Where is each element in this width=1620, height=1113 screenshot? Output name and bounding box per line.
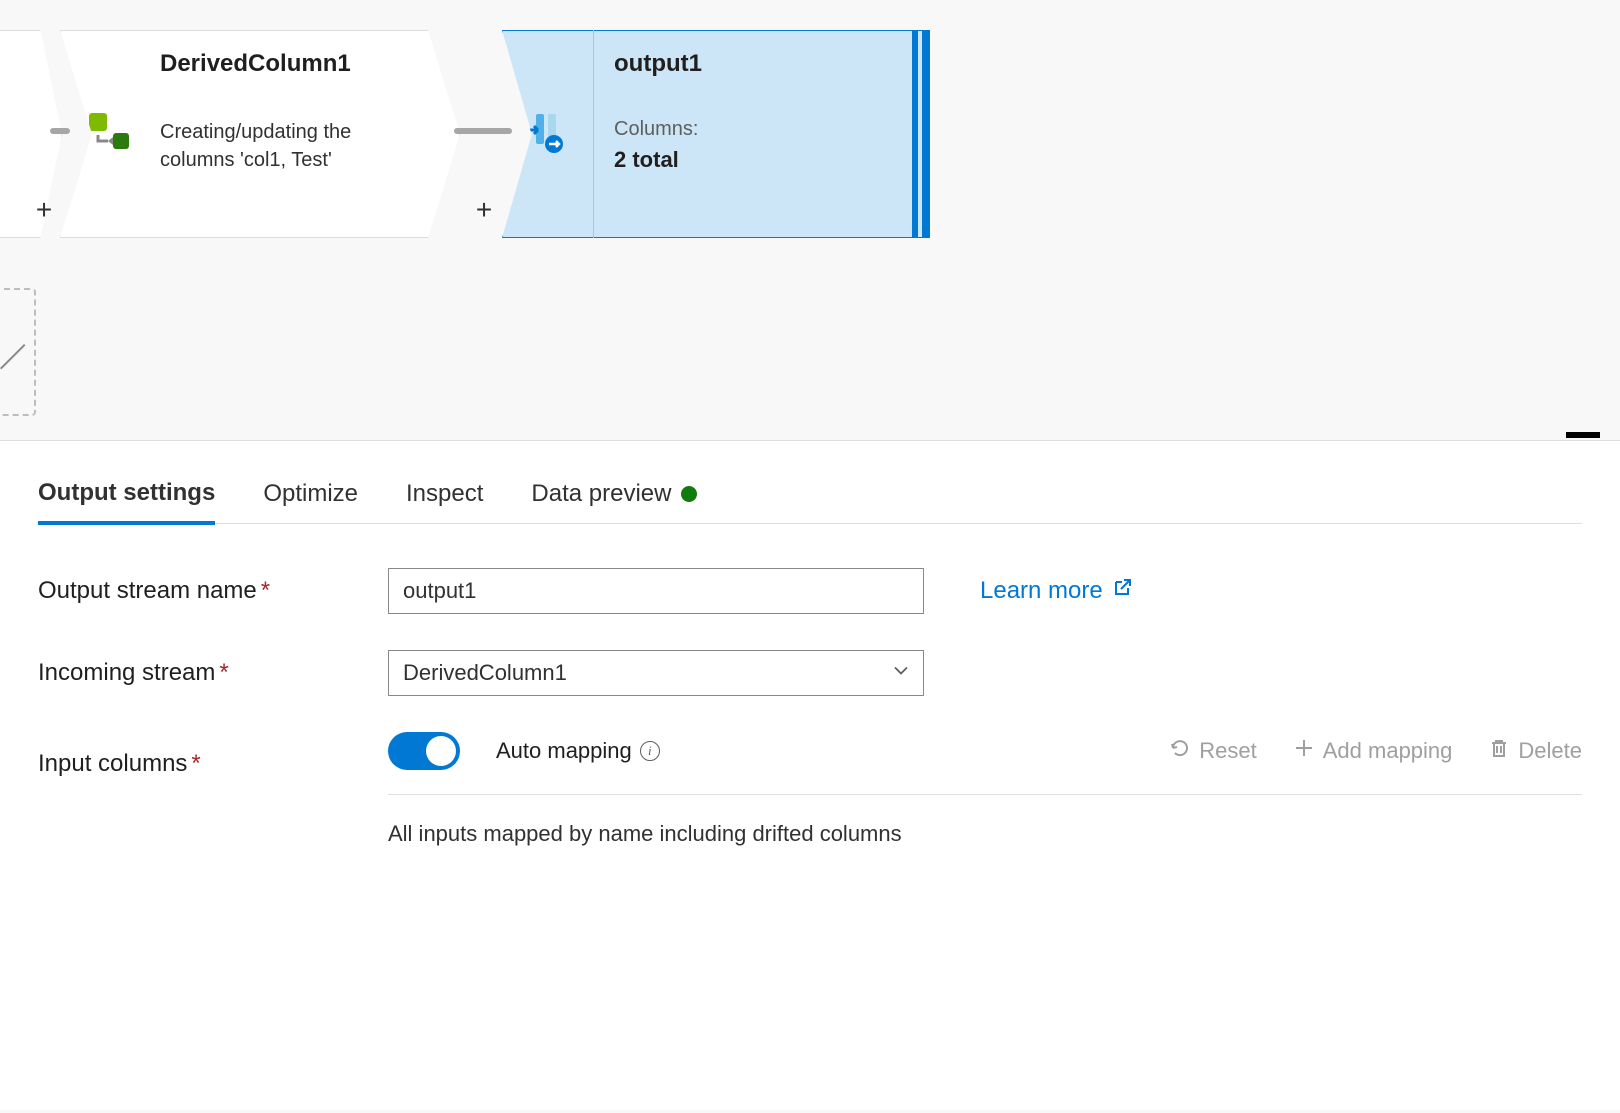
settings-tabs: Output settings Optimize Inspect Data pr… <box>38 471 1582 524</box>
reset-button[interactable]: Reset <box>1169 737 1256 765</box>
auto-mapping-toggle[interactable] <box>388 732 460 770</box>
output-stream-name-input[interactable] <box>388 568 924 614</box>
reset-icon <box>1169 737 1191 765</box>
input-columns-label: Input columns* <box>38 750 388 778</box>
external-link-icon <box>1111 577 1133 606</box>
add-mapping-button[interactable]: Add mapping <box>1293 737 1453 765</box>
node-columns-value: 2 total <box>614 147 900 173</box>
settings-panel: Output settings Optimize Inspect Data pr… <box>0 440 1620 1110</box>
info-icon[interactable]: i <box>640 741 660 761</box>
status-dot-icon <box>681 486 697 502</box>
mapping-note: All inputs mapped by name including drif… <box>388 821 1582 847</box>
derived-column-icon <box>87 109 133 160</box>
incoming-stream-label: Incoming stream* <box>38 659 388 687</box>
tab-output-settings[interactable]: Output settings <box>38 471 215 525</box>
tab-data-preview[interactable]: Data preview <box>531 471 697 523</box>
panel-resize-handle[interactable] <box>1566 432 1600 438</box>
node-description: Creating/updating the columns 'col1, Tes… <box>160 118 420 174</box>
placeholder-connector <box>0 368 28 396</box>
tab-inspect[interactable]: Inspect <box>406 471 483 523</box>
node-title: DerivedColumn1 <box>160 50 420 78</box>
derived-column-node[interactable]: DerivedColumn1 Creating/updating the col… <box>60 30 460 238</box>
learn-more-link[interactable]: Learn more <box>980 577 1133 606</box>
output-stream-name-label: Output stream name* <box>38 577 388 605</box>
plus-icon <box>1293 737 1315 765</box>
selection-stripe <box>922 30 930 238</box>
selection-stripe <box>912 30 918 238</box>
trash-icon <box>1488 737 1510 765</box>
add-step-button[interactable]: + <box>472 198 496 222</box>
add-step-button[interactable]: + <box>32 198 56 222</box>
tab-optimize[interactable]: Optimize <box>263 471 358 523</box>
incoming-stream-select[interactable]: DerivedColumn1 <box>388 650 924 696</box>
auto-mapping-label: Auto mapping <box>496 738 632 764</box>
delete-button[interactable]: Delete <box>1488 737 1582 765</box>
node-columns-label: Columns: <box>614 118 900 141</box>
node-title: output1 <box>614 50 900 78</box>
dataflow-canvas[interactable]: + DerivedColumn1 Creating/updating the c… <box>0 0 1620 440</box>
output-node-selected[interactable]: output1 Columns: 2 total <box>502 30 930 238</box>
tab-label: Data preview <box>531 480 671 508</box>
sink-icon <box>526 110 570 159</box>
